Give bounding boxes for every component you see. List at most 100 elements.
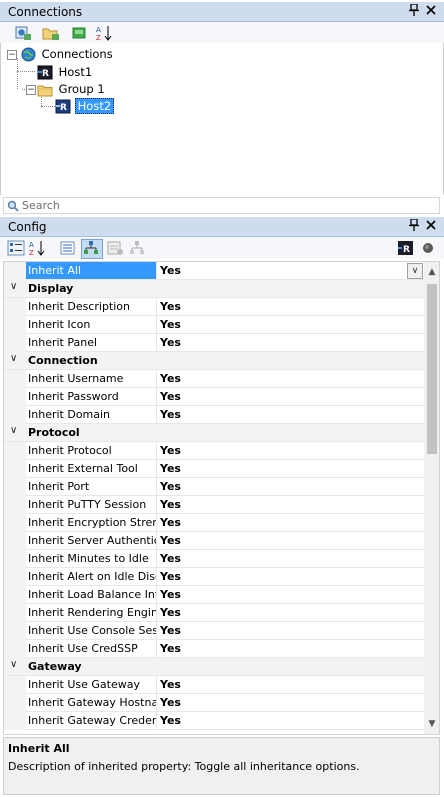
new-connection-icon[interactable] bbox=[14, 25, 32, 41]
row-gutter bbox=[4, 262, 26, 280]
property-name: Inherit Gateway Hostnam bbox=[28, 696, 156, 709]
tree-node-host1[interactable]: R Host1 bbox=[37, 64, 94, 80]
tree-node-host2[interactable]: R Host2 bbox=[55, 98, 115, 114]
putty-host-icon: R bbox=[55, 99, 71, 114]
property-row[interactable]: Inherit Server Authenticat Yes bbox=[4, 532, 424, 550]
property-row[interactable]: Inherit Minutes to Idle Yes bbox=[4, 550, 424, 568]
scroll-down-icon[interactable]: ▼ bbox=[424, 716, 439, 732]
category-row[interactable]: ∨ Connection bbox=[4, 352, 424, 370]
property-row[interactable]: Inherit Protocol Yes bbox=[4, 442, 424, 460]
property-row[interactable]: Inherit Icon Yes bbox=[4, 316, 424, 334]
view-icon[interactable] bbox=[70, 25, 88, 41]
property-value[interactable]: Yes bbox=[160, 462, 181, 475]
tree-node-label: Group 1 bbox=[58, 82, 105, 96]
collapse-chevron-icon[interactable]: ∨ bbox=[10, 425, 17, 436]
property-row[interactable]: Inherit Rendering Engine Yes bbox=[4, 604, 424, 622]
property-value[interactable]: Yes bbox=[160, 534, 181, 547]
property-row[interactable]: Inherit Domain Yes bbox=[4, 406, 424, 424]
property-row[interactable]: Inherit Use Console Sessi Yes bbox=[4, 622, 424, 640]
column-divider bbox=[156, 712, 157, 730]
property-name: Inherit PuTTY Session bbox=[28, 498, 147, 511]
property-value[interactable]: Yes bbox=[160, 606, 181, 619]
category-row[interactable]: ∨ Protocol bbox=[4, 424, 424, 442]
property-value[interactable]: Yes bbox=[160, 408, 181, 421]
property-row[interactable]: Inherit Use Gateway Yes bbox=[4, 676, 424, 694]
categorized-icon[interactable] bbox=[7, 240, 25, 256]
column-divider bbox=[156, 262, 157, 280]
sort-az-icon[interactable]: AZ bbox=[96, 25, 114, 42]
property-row[interactable]: Inherit PuTTY Session Yes bbox=[4, 496, 424, 514]
row-gutter bbox=[4, 586, 26, 604]
property-row[interactable]: Inherit Panel Yes bbox=[4, 334, 424, 352]
property-row[interactable]: Inherit Encryption Strengt Yes bbox=[4, 514, 424, 532]
vertical-scrollbar[interactable]: ▲ ▼ bbox=[424, 262, 439, 734]
search-input[interactable]: Search bbox=[22, 199, 60, 212]
property-row[interactable]: Inherit Gateway Hostnam Yes bbox=[4, 694, 424, 712]
property-value[interactable]: Yes bbox=[160, 480, 181, 493]
property-row[interactable]: Inherit Alert on Idle Disco Yes bbox=[4, 568, 424, 586]
property-row[interactable]: Inherit Password Yes bbox=[4, 388, 424, 406]
row-gutter bbox=[4, 496, 26, 514]
property-value[interactable]: Yes bbox=[160, 714, 181, 727]
property-value[interactable]: Yes bbox=[160, 318, 181, 331]
close-icon[interactable] bbox=[424, 3, 438, 19]
pin-icon[interactable] bbox=[408, 3, 420, 18]
property-row[interactable]: Inherit Description Yes bbox=[4, 298, 424, 316]
property-name: Inherit All bbox=[26, 262, 156, 279]
properties-icon[interactable] bbox=[59, 240, 77, 256]
property-row[interactable]: Inherit External Tool Yes bbox=[4, 460, 424, 478]
search-box[interactable]: Search bbox=[3, 197, 440, 214]
property-value[interactable]: Yes bbox=[160, 390, 181, 403]
svg-text:Z: Z bbox=[96, 34, 101, 41]
property-name: Inherit Icon bbox=[28, 318, 91, 331]
property-row[interactable]: Inherit Gateway Credenti Yes bbox=[4, 712, 424, 730]
inheritance-icon[interactable] bbox=[81, 239, 103, 259]
config-toolbar: AZ R bbox=[0, 237, 444, 259]
property-value[interactable]: Yes bbox=[160, 516, 181, 529]
default-properties-icon[interactable] bbox=[106, 240, 124, 256]
column-divider bbox=[156, 298, 157, 316]
tree-node-group1[interactable]: Group 1 bbox=[37, 81, 107, 97]
property-value[interactable]: Yes bbox=[160, 336, 181, 349]
category-row[interactable]: ∨ Gateway bbox=[4, 658, 424, 676]
property-row[interactable]: Inherit Load Balance Info Yes bbox=[4, 586, 424, 604]
tree-node-connections[interactable]: Connections bbox=[21, 46, 115, 62]
scrollbar-thumb[interactable] bbox=[427, 284, 437, 454]
property-name: Inherit Server Authenticat bbox=[28, 534, 156, 547]
property-value[interactable]: Yes bbox=[160, 588, 181, 601]
property-value[interactable]: Yes bbox=[160, 552, 181, 565]
collapse-chevron-icon[interactable]: ∨ bbox=[10, 659, 17, 670]
scroll-up-icon[interactable]: ▲ bbox=[424, 264, 439, 280]
property-value[interactable]: Yes bbox=[160, 264, 181, 277]
collapse-chevron-icon[interactable]: ∨ bbox=[10, 353, 17, 364]
property-value[interactable]: Yes bbox=[160, 696, 181, 709]
row-gutter bbox=[4, 370, 26, 388]
dropdown-button[interactable]: ∨ bbox=[407, 263, 423, 279]
default-inheritance-icon[interactable] bbox=[128, 240, 146, 256]
root-expander[interactable]: − bbox=[7, 50, 17, 60]
column-divider bbox=[156, 640, 157, 658]
property-value[interactable]: Yes bbox=[160, 498, 181, 511]
property-row[interactable]: Inherit Port Yes bbox=[4, 478, 424, 496]
property-value[interactable]: Yes bbox=[160, 642, 181, 655]
alphabetical-icon[interactable]: AZ bbox=[29, 240, 47, 257]
property-value[interactable]: Yes bbox=[160, 300, 181, 313]
property-value[interactable]: Yes bbox=[160, 678, 181, 691]
collapse-chevron-icon[interactable]: ∨ bbox=[10, 281, 17, 292]
row-gutter bbox=[4, 694, 26, 712]
close-icon[interactable] bbox=[424, 218, 438, 234]
property-row[interactable]: Inherit Username Yes bbox=[4, 370, 424, 388]
category-label: Protocol bbox=[28, 426, 80, 439]
row-gutter bbox=[4, 316, 26, 334]
property-value[interactable]: Yes bbox=[160, 372, 181, 385]
property-value[interactable]: Yes bbox=[160, 570, 181, 583]
property-value[interactable]: Yes bbox=[160, 444, 181, 457]
group-expander[interactable]: − bbox=[26, 85, 36, 95]
category-row[interactable]: ∨ Display bbox=[4, 280, 424, 298]
property-row[interactable]: Inherit Use CredSSP Yes bbox=[4, 640, 424, 658]
pin-icon[interactable] bbox=[408, 218, 420, 233]
property-row[interactable]: Inherit All Yes ∨ bbox=[4, 262, 424, 280]
column-divider bbox=[156, 568, 157, 586]
property-value[interactable]: Yes bbox=[160, 624, 181, 637]
new-folder-icon[interactable] bbox=[42, 25, 60, 41]
